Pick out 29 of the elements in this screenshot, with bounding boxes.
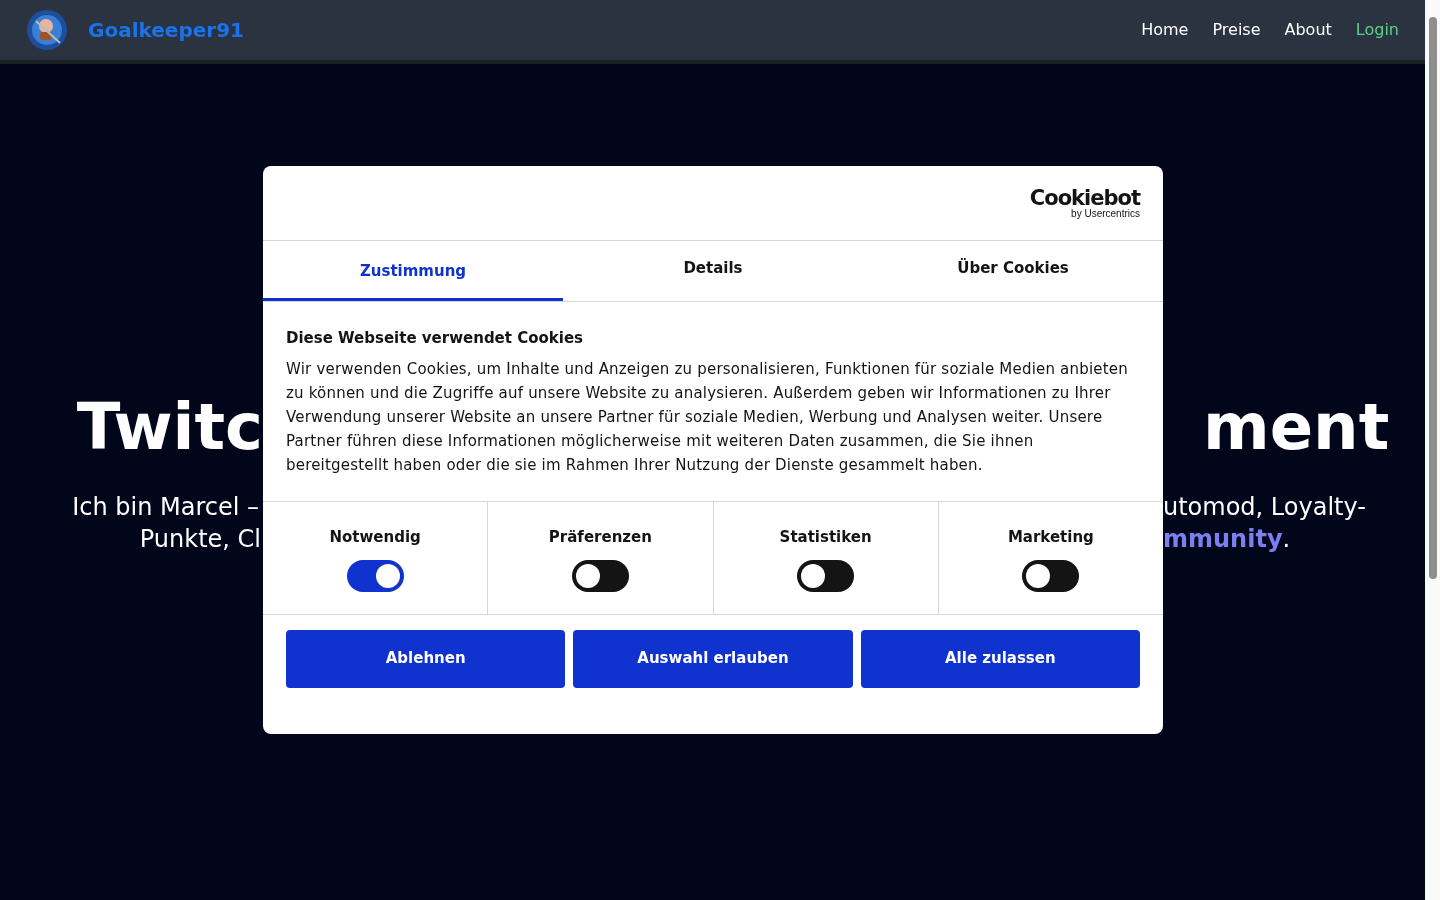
dialog-tab[interactable]: Zustimmung — [263, 241, 563, 301]
dialog-text: Wir verwenden Cookies, um Inhalte und Anzeigen zu personalisieren, Funktionen für soziale Medien anbieten zu können und die Zugriffe auf unsere Website zu analysieren. Außerdem geben wir Informationen zu Ihrer Verwendung unserer Website an unsere Partner für soziale Medien, Werbung und Analysen weiter. Unsere Partner führen diese Informationen möglicherweise mit weiteren Daten zusammen, die Sie ihnen bereitgestellt haben oder die sie im Rahmen Ihrer Nutzung der Dienste gesammelt haben. — [286, 358, 1129, 476]
hero-heading: Twitc — [76, 390, 263, 464]
hero-subtitle: Punkte, Cl — [139, 524, 261, 555]
consent-button[interactable]: Auswahl erlauben — [573, 629, 853, 688]
category-label: Statistiken — [779, 526, 872, 548]
consent-button[interactable]: Ablehnen — [286, 629, 566, 688]
nav-link[interactable]: Home — [1141, 18, 1189, 42]
toggle-switch[interactable] — [571, 560, 629, 592]
nav-link[interactable]: Preise — [1212, 18, 1261, 42]
hero-subtitle: utomod, Loyalty- — [1163, 492, 1367, 523]
scrollbar[interactable] — [1425, 0, 1440, 900]
dialog-tab[interactable]: Über Cookies — [863, 241, 1163, 301]
dialog-title: Diese Webseite verwendet Cookies — [286, 328, 585, 349]
toggle-switch[interactable] — [1022, 560, 1080, 592]
cookiebot-logo: Cookiebot by Usercentrics — [1029, 187, 1140, 219]
category-label: Marketing — [1007, 526, 1094, 548]
hero-subtitle: mmunity. — [1163, 524, 1292, 555]
nav-link[interactable]: Login — [1355, 18, 1399, 42]
consent-button[interactable]: Alle zulassen — [860, 629, 1140, 688]
category-label: Präferenzen — [548, 526, 652, 548]
toggle-switch[interactable] — [797, 560, 855, 592]
goalkeeper-logo-icon[interactable] — [26, 9, 68, 51]
hero-subtitle: Ich bin Marcel – — [72, 492, 259, 523]
category-label: Notwendig — [329, 526, 421, 548]
dialog-tab[interactable]: Details — [563, 241, 863, 301]
nav-link[interactable]: About — [1284, 18, 1332, 42]
toggle-switch[interactable] — [346, 560, 404, 592]
hero-heading: ment — [1203, 390, 1390, 464]
